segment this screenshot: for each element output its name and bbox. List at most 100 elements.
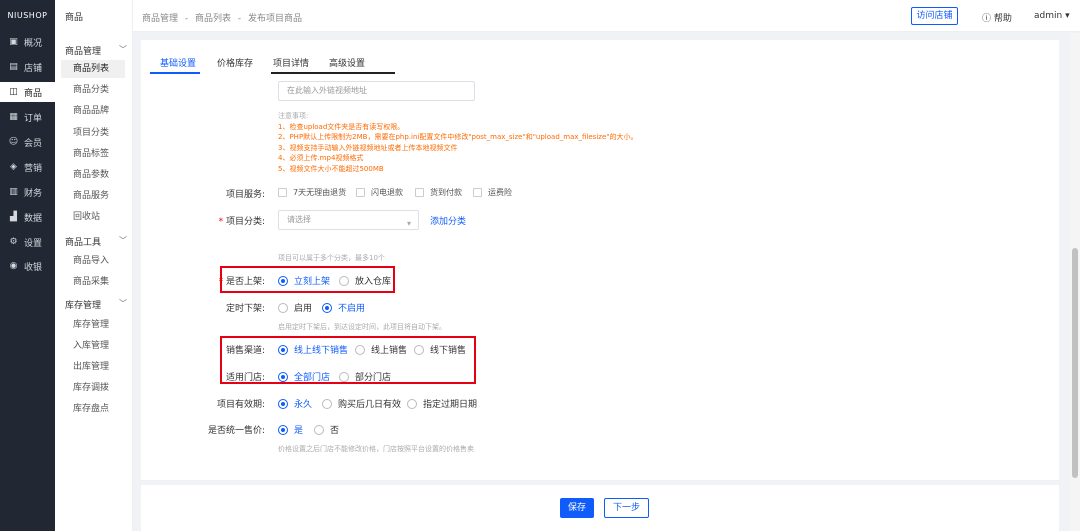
radio-stores-all[interactable]: 全部门店 (278, 370, 330, 383)
settings-icon: ⚙ (9, 236, 18, 247)
sidebar-item-stock-out[interactable]: 出库管理 (61, 358, 125, 376)
breadcrumb-current: 发布项目商品 (248, 14, 303, 24)
radio-stores-partial[interactable]: 部分门店 (339, 370, 391, 383)
tab-active-indicator (150, 72, 200, 74)
next-step-button[interactable]: 下一步 (604, 498, 649, 518)
sidebar-item-stock-check[interactable]: 库存盘点 (61, 400, 125, 418)
nav-order[interactable]: ▦ 订单 (0, 107, 55, 127)
order-icon: ▦ (9, 111, 18, 122)
group-goods-tools[interactable]: 商品工具 ﹀ (65, 235, 127, 248)
add-category-link[interactable]: 添加分类 (430, 214, 466, 227)
radio-channel-offline[interactable]: 线下销售 (414, 343, 466, 356)
radio-channel-online[interactable]: 线上销售 (355, 343, 407, 356)
finance-icon: ▥ (9, 186, 18, 197)
data-icon: ▟ (10, 211, 17, 222)
sidebar-item-goods-tag[interactable]: 商品标签 (61, 145, 125, 163)
sidebar-item-goods-brand[interactable]: 商品品牌 (61, 102, 125, 120)
radio-unified-no[interactable]: 否 (314, 423, 339, 436)
service-checkbox[interactable]: 运费险 (473, 187, 512, 198)
validity-label: 项目有效期: (216, 400, 265, 410)
service-checkbox[interactable]: 闪电退款 (356, 187, 403, 198)
tab-bar: 基础设置 价格库存 项目详情 高级设置 (141, 40, 1059, 74)
tab-basic[interactable]: 基础设置 (160, 56, 196, 69)
radio-unified-yes[interactable]: 是 (278, 423, 303, 436)
radio-on-shelf-now[interactable]: 立刻上架 (278, 274, 330, 287)
main-sidebar: NIUSHOP ▣ 概况 ▤ 店铺 ◫ 商品 ▦ 订单 ☺ 会员 ◈ 营销 ▥ 财务 ▟ 数据 … (0, 0, 55, 531)
save-button[interactable]: 保存 (560, 498, 594, 518)
help-icon: ⓘ (982, 14, 992, 24)
chevron-down-icon: ﹀ (119, 299, 127, 308)
tab-advanced[interactable]: 高级设置 (329, 56, 365, 69)
form-footer: 保存 下一步 (141, 485, 1059, 531)
breadcrumb-item[interactable]: 商品列表 (195, 14, 231, 24)
sidebar-item-stock-management[interactable]: 库存管理 (61, 316, 125, 334)
group-stock-management[interactable]: 库存管理 ﹀ (65, 298, 127, 311)
user-menu[interactable]: admin ▾ (1034, 11, 1070, 21)
unified-price-label: 是否统一售价: (207, 426, 265, 436)
sidebar-item-goods-collect[interactable]: 商品采集 (61, 273, 125, 291)
radio-channel-all[interactable]: 线上线下销售 (278, 343, 348, 356)
unified-price-hint: 价格设置之后门店不能修改价格，门店按照平台设置的价格售卖 (278, 445, 474, 453)
radio-timed-enable[interactable]: 启用 (278, 301, 312, 314)
cashier-icon: ◉ (9, 260, 18, 271)
sidebar-item-project-category[interactable]: 项目分类 (61, 124, 125, 142)
chevron-down-icon: ﹀ (119, 236, 127, 245)
on-shelf-label: * 是否上架: (218, 277, 265, 287)
category-hint: 项目可以属于多个分类，最多10个 (278, 254, 385, 262)
radio-to-warehouse[interactable]: 放入仓库 (339, 274, 391, 287)
radio-timed-disable[interactable]: 不启用 (322, 301, 365, 314)
scrollbar-thumb[interactable] (1072, 248, 1078, 478)
sidebar-item-goods-list[interactable]: 商品列表 (61, 60, 125, 78)
top-header: 商品管理 - 商品列表 - 发布项目商品 访问店铺 ⓘ 帮助 admin ▾ (133, 0, 1080, 32)
category-label: * 项目分类: (218, 217, 265, 227)
tab-detail[interactable]: 项目详情 (273, 56, 309, 69)
form-card: 基础设置 价格库存 项目详情 高级设置 在此输入外链视频地址 注意事项: 1、检… (141, 40, 1059, 480)
category-select[interactable]: 请选择 ▾ (278, 210, 419, 230)
service-checkbox[interactable]: 货到付款 (415, 187, 462, 198)
breadcrumb-item[interactable]: 商品管理 (142, 14, 178, 24)
tab-price-stock[interactable]: 价格库存 (217, 56, 253, 69)
sidebar-item-goods-param[interactable]: 商品参数 (61, 166, 125, 184)
nav-finance[interactable]: ▥ 财务 (0, 182, 55, 202)
sidebar-item-goods-service[interactable]: 商品服务 (61, 187, 125, 205)
sidebar-item-goods-import[interactable]: 商品导入 (61, 252, 125, 270)
chevron-down-icon: ﹀ (119, 45, 127, 54)
sidebar-item-recycle-bin[interactable]: 回收站 (61, 208, 125, 226)
nav-overview[interactable]: ▣ 概况 (0, 32, 55, 52)
nav-cashier[interactable]: ◉ 收银 (0, 256, 55, 276)
visit-store-button[interactable]: 访问店铺 (911, 7, 958, 25)
sub-sidebar: 商品 商品管理 ﹀ 商品列表 商品分类 商品品牌 项目分类 商品标签 商品参数 商… (55, 0, 133, 531)
tab-divider (271, 72, 395, 74)
timed-off-hint: 启用定时下架后，到达设定时间，此项目将自动下架。 (278, 323, 446, 331)
stores-label: 适用门店: (225, 373, 265, 383)
upload-notes: 注意事项: 1、检查upload文件夹是否有读写权限。 2、PHP默认上传限制为… (278, 112, 638, 173)
radio-validity-forever[interactable]: 永久 (278, 397, 312, 410)
radio-validity-date[interactable]: 指定过期日期 (407, 397, 477, 410)
store-icon: ▤ (9, 61, 18, 72)
radio-validity-days[interactable]: 购买后几日有效 (322, 397, 401, 410)
sidebar-item-stock-transfer[interactable]: 库存调拨 (61, 379, 125, 397)
sidebar-item-goods-category[interactable]: 商品分类 (61, 81, 125, 99)
nav-store[interactable]: ▤ 店铺 (0, 57, 55, 77)
sidebar-item-stock-in[interactable]: 入库管理 (61, 337, 125, 355)
help-link[interactable]: ⓘ 帮助 (982, 11, 1012, 24)
marketing-icon: ◈ (10, 161, 17, 172)
nav-settings[interactable]: ⚙ 设置 (0, 232, 55, 252)
chevron-down-icon: ▾ (406, 219, 411, 228)
nav-goods[interactable]: ◫ 商品 (0, 82, 55, 102)
timed-off-label: 定时下架: (225, 304, 265, 314)
nav-marketing[interactable]: ◈ 营销 (0, 157, 55, 177)
service-checkbox[interactable]: 7天无理由退货 (278, 187, 346, 198)
breadcrumb-separator: - (237, 14, 242, 24)
video-url-input[interactable]: 在此输入外链视频地址 (278, 81, 475, 101)
group-goods-management[interactable]: 商品管理 ﹀ (65, 44, 127, 57)
service-label: 项目服务: (225, 190, 265, 200)
channel-label: 销售渠道: (225, 346, 265, 356)
nav-member[interactable]: ☺ 会员 (0, 132, 55, 152)
goods-icon: ◫ (9, 86, 18, 97)
nav-data[interactable]: ▟ 数据 (0, 207, 55, 227)
caret-down-icon: ▾ (1065, 11, 1070, 21)
sub-sidebar-title: 商品 (65, 13, 84, 23)
dashboard-icon: ▣ (9, 36, 18, 47)
breadcrumb: 商品管理 - 商品列表 - 发布项目商品 (142, 11, 306, 24)
